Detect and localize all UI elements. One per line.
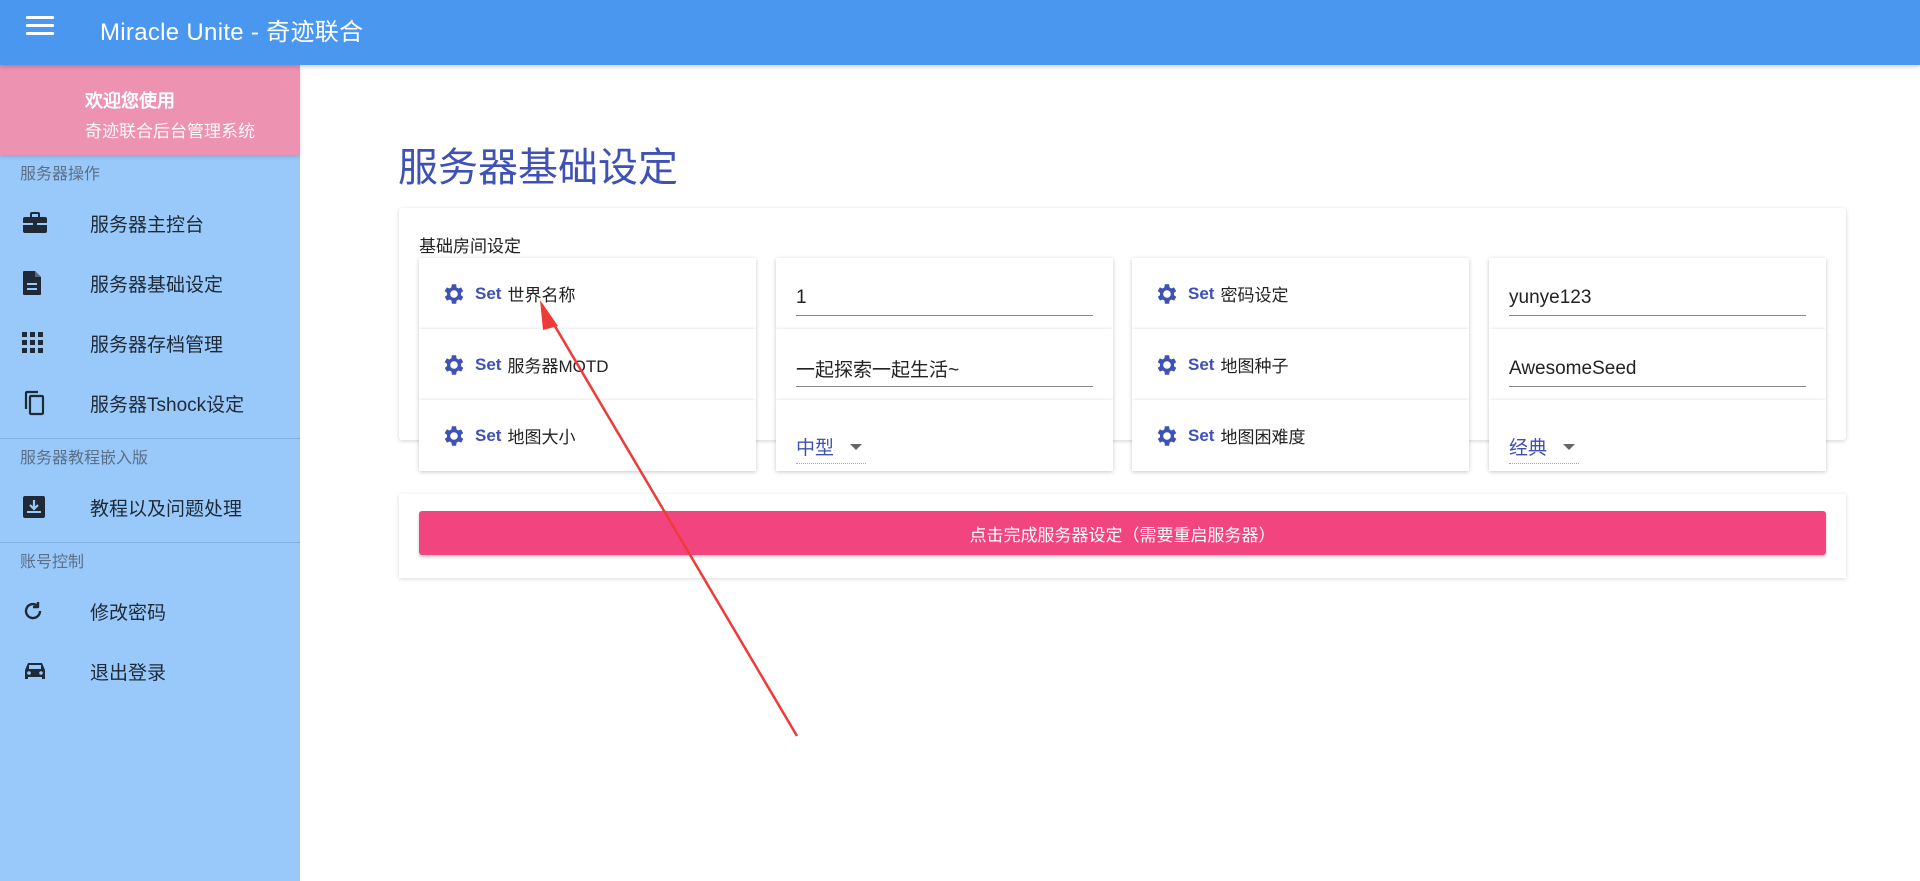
sidebar-item-change-password[interactable]: 修改密码 [0, 581, 300, 641]
gear-icon [444, 283, 464, 304]
setting-label-motd: Set 服务器MOTD [419, 329, 756, 400]
sidebar-item-label: 服务器基础设定 [90, 274, 224, 296]
car-icon [0, 660, 90, 682]
setting-label-map-size: Set 地图大小 [419, 400, 756, 471]
setting-name: 地图大小 [507, 428, 576, 447]
welcome-line-2: 奇迹联合后台管理系统 [85, 122, 255, 141]
dropdown-arrow-icon [1563, 443, 1576, 450]
set-label: Set [475, 283, 502, 303]
seed-input[interactable] [1509, 351, 1806, 387]
sidebar: 欢迎您使用 奇迹联合后台管理系统 服务器操作 服务器主控台 服务器基础设定 服务… [0, 65, 300, 881]
difficulty-select[interactable]: 经典 [1509, 430, 1579, 464]
sidebar-item-label: 退出登录 [90, 662, 167, 684]
welcome-banner: 欢迎您使用 奇迹联合后台管理系统 [0, 65, 300, 155]
setting-label-seed: Set 地图种子 [1132, 329, 1469, 400]
section-title-tutorial: 服务器教程嵌入版 [20, 450, 149, 467]
setting-name: 密码设定 [1220, 286, 1289, 305]
setting-name: 地图种子 [1220, 357, 1289, 376]
dropdown-arrow-icon [850, 443, 863, 450]
set-label: Set [475, 354, 502, 374]
set-label: Set [1188, 283, 1215, 303]
menu-icon[interactable] [26, 16, 54, 38]
setting-label-world-name: Set 世界名称 [419, 258, 756, 329]
world-name-input[interactable] [796, 280, 1093, 316]
sidebar-item-label: 教程以及问题处理 [90, 498, 243, 520]
sidebar-item-logout[interactable]: 退出登录 [0, 641, 300, 701]
welcome-line-1: 欢迎您使用 [85, 91, 175, 111]
sidebar-item-archive[interactable]: 服务器存档管理 [0, 313, 300, 373]
setting-name: 服务器MOTD [507, 357, 609, 376]
map-size-value: 中型 [796, 438, 835, 459]
sidebar-item-label: 修改密码 [90, 602, 167, 624]
set-label: Set [475, 425, 502, 445]
section-title-account: 账号控制 [20, 554, 85, 571]
section-title-server-ops: 服务器操作 [20, 166, 101, 183]
gear-icon [444, 425, 464, 446]
difficulty-value: 经典 [1509, 438, 1548, 459]
main-content: 服务器基础设定 基础房间设定 Set 世界名称 Set 密码设定 Set 服务器… [300, 65, 1920, 881]
world-name-cell [776, 258, 1113, 329]
briefcase-icon [0, 212, 90, 234]
grid-icon [0, 332, 90, 354]
sidebar-item-label: 服务器Tshock设定 [90, 394, 245, 416]
seed-cell [1489, 329, 1826, 400]
setting-label-password: Set 密码设定 [1132, 258, 1469, 329]
setting-label-difficulty: Set 地图困难度 [1132, 400, 1469, 471]
app-title: Miracle Unite - 奇迹联合 [100, 19, 364, 46]
motd-cell [776, 329, 1113, 400]
sidebar-item-label: 服务器存档管理 [90, 334, 224, 356]
sidebar-item-label: 服务器主控台 [90, 214, 205, 236]
page-title: 服务器基础设定 [398, 146, 678, 190]
inbox-download-icon [0, 495, 90, 519]
difficulty-cell: 经典 [1489, 400, 1826, 471]
motd-input[interactable] [796, 351, 1093, 387]
sidebar-item-console[interactable]: 服务器主控台 [0, 193, 300, 253]
gear-icon [444, 354, 464, 375]
sidebar-item-tutorial[interactable]: 教程以及问题处理 [0, 477, 300, 537]
app-bar: Miracle Unite - 奇迹联合 [0, 0, 1920, 65]
map-size-cell: 中型 [776, 400, 1113, 471]
password-input[interactable] [1509, 280, 1806, 316]
gear-icon [1157, 283, 1177, 304]
password-cell [1489, 258, 1826, 329]
gear-icon [1157, 354, 1177, 375]
document-icon [0, 270, 90, 296]
map-size-select[interactable]: 中型 [796, 430, 866, 464]
copy-icon [0, 390, 90, 416]
sidebar-item-basic-settings[interactable]: 服务器基础设定 [0, 253, 300, 313]
refresh-icon [0, 600, 90, 622]
set-label: Set [1188, 354, 1215, 374]
gear-icon [1157, 425, 1177, 446]
sidebar-item-tshock[interactable]: 服务器Tshock设定 [0, 373, 300, 433]
submit-area: 点击完成服务器设定（需要重启服务器） [399, 494, 1846, 578]
setting-name: 地图困难度 [1220, 428, 1306, 447]
set-label: Set [1188, 425, 1215, 445]
setting-name: 世界名称 [507, 286, 576, 305]
settings-panel: 基础房间设定 Set 世界名称 Set 密码设定 Set 服务器MOTD [399, 208, 1846, 471]
panel-label: 基础房间设定 [419, 237, 521, 256]
submit-settings-button[interactable]: 点击完成服务器设定（需要重启服务器） [419, 511, 1826, 555]
